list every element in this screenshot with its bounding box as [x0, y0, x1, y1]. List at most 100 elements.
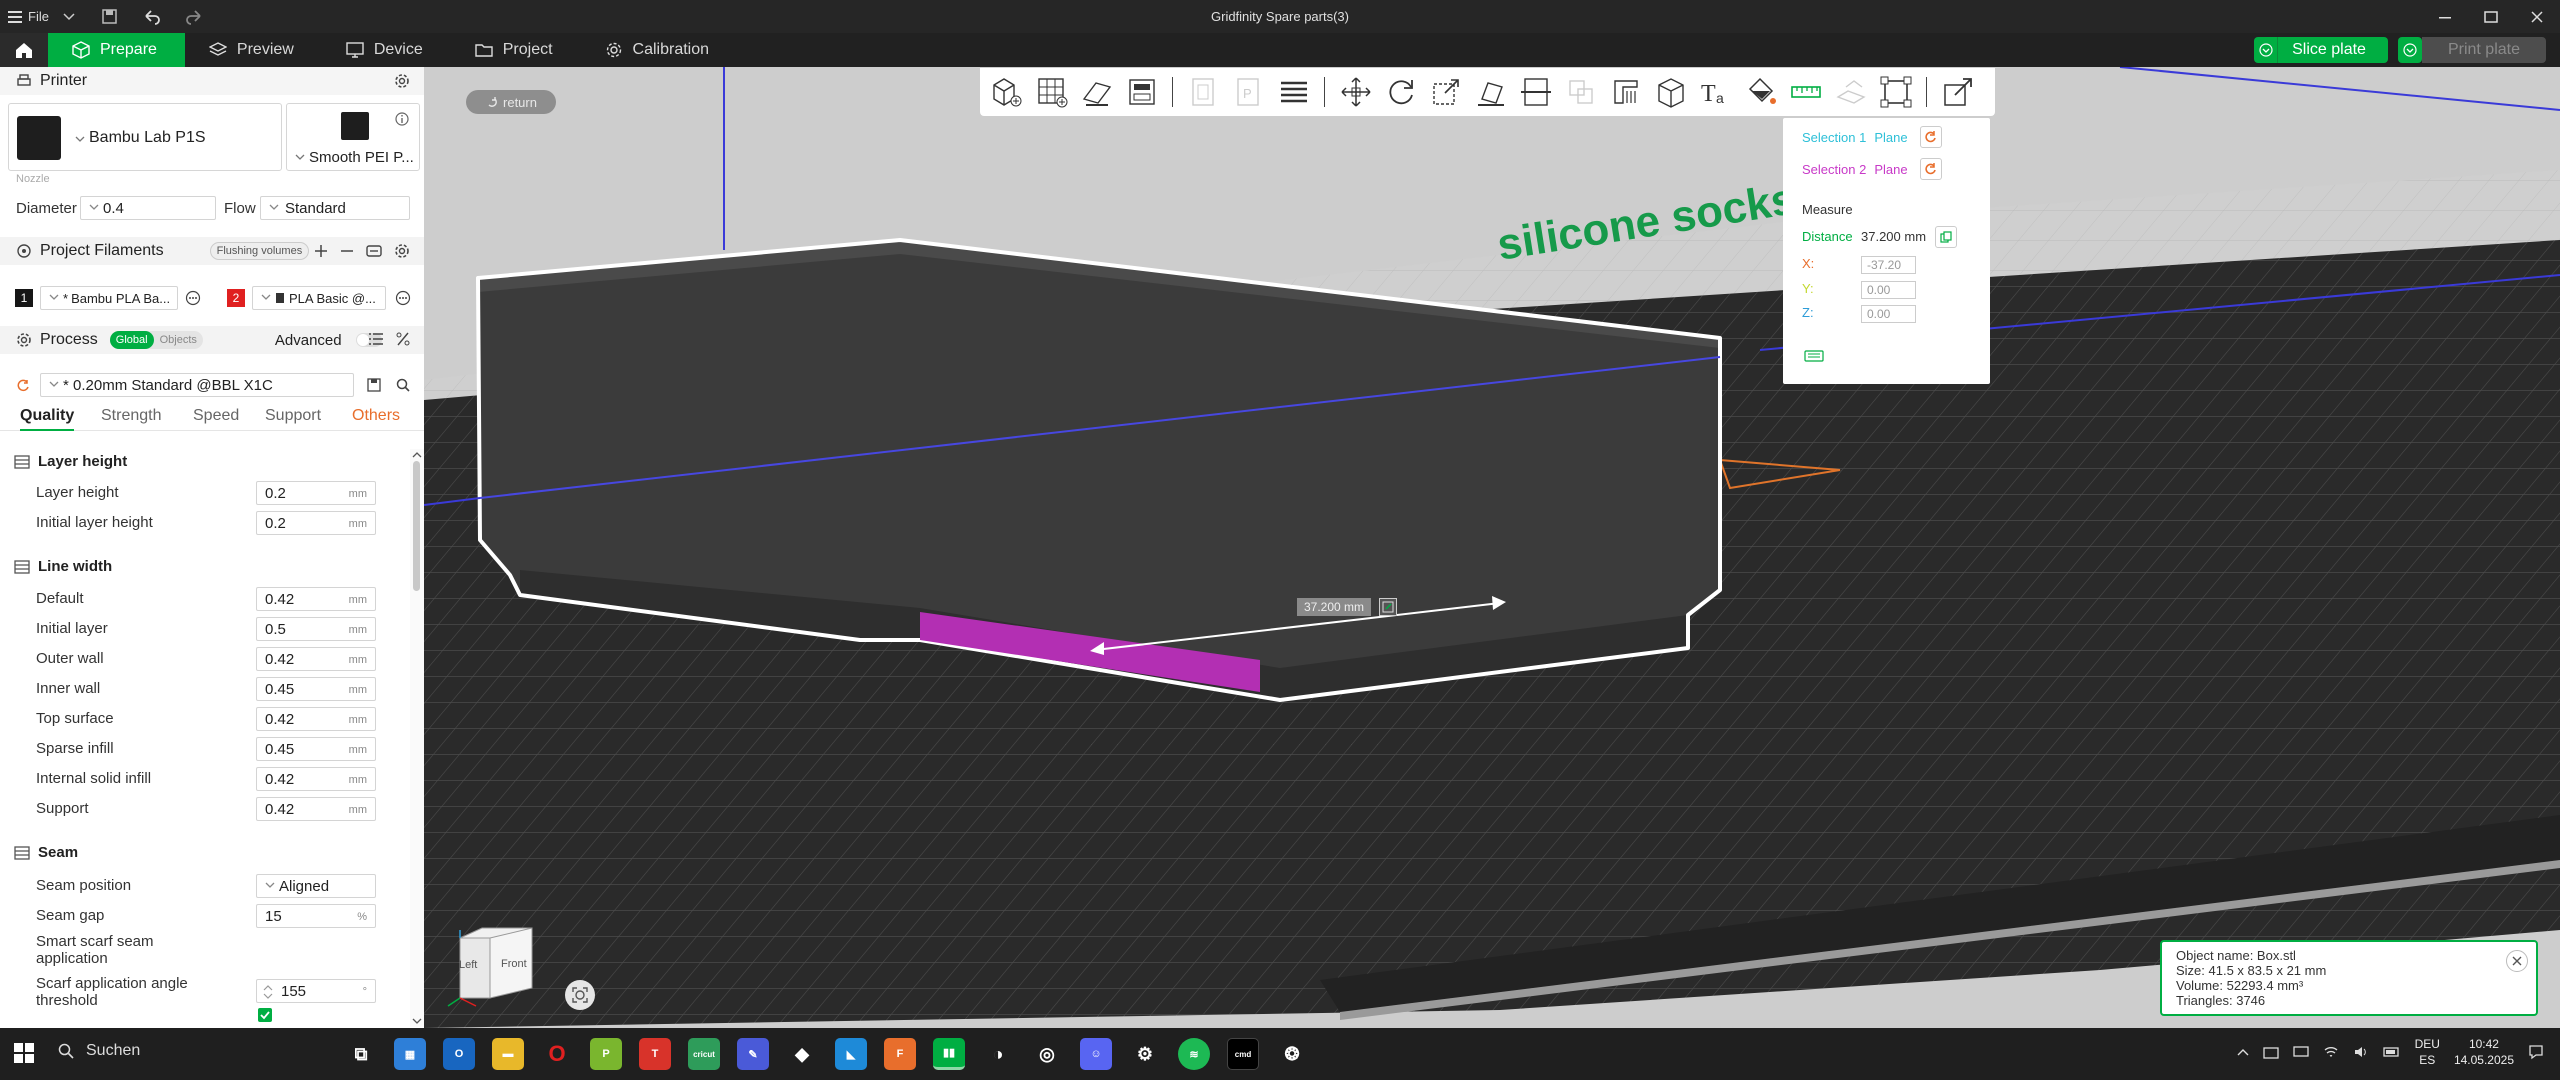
tab-project[interactable]: Project [451, 33, 581, 67]
line-width-input[interactable]: 0.42 mm [256, 767, 376, 791]
discord-app-icon[interactable]: ☺ [1080, 1038, 1112, 1070]
cube-face-left[interactable]: Left [459, 959, 477, 971]
p-app-icon[interactable]: P [590, 1038, 622, 1070]
search-icon[interactable] [396, 378, 410, 392]
chrome-app-icon[interactable]: ◎ [1031, 1038, 1063, 1070]
remove-icon[interactable] [340, 244, 354, 258]
print-options-dropdown[interactable] [2397, 37, 2422, 63]
info-icon[interactable] [395, 112, 409, 126]
onedrive-icon[interactable] [2262, 1045, 2279, 1059]
keyboard-icon[interactable] [1804, 350, 1824, 362]
fusion-app-icon[interactable]: F [884, 1038, 916, 1070]
process-preset-select[interactable]: * 0.20mm Standard @BBL X1C [40, 373, 354, 397]
global-toggle[interactable]: Global [109, 331, 154, 349]
opera-app-icon[interactable]: O [541, 1038, 573, 1070]
plate-selector[interactable]: Smooth PEI P... [286, 103, 420, 171]
t-app-icon[interactable]: T [639, 1038, 671, 1070]
tab-preview[interactable]: Preview [185, 33, 322, 67]
filament-slot-1-select[interactable]: * Bambu PLA Ba... [40, 286, 178, 310]
bambu-studio-app-icon[interactable]: ▮▮ [933, 1038, 965, 1070]
smart-scarf-checkbox[interactable] [258, 1008, 272, 1022]
reset-selection-2-button[interactable] [1920, 158, 1942, 180]
support-paint-tool[interactable] [1603, 70, 1648, 115]
cricut-app-icon[interactable]: cricut [688, 1038, 720, 1070]
diameter-select[interactable]: 0.4 [80, 196, 216, 220]
gear-icon[interactable] [394, 73, 410, 89]
scroll-up-icon[interactable] [412, 451, 422, 459]
start-button[interactable] [14, 1043, 34, 1063]
affinity-app-icon[interactable]: ◑ [982, 1038, 1014, 1070]
store-app-icon[interactable]: ▦ [394, 1038, 426, 1070]
seam-gap-input[interactable]: 15% [256, 904, 376, 928]
slice-options-dropdown[interactable] [2254, 37, 2279, 63]
3d-viewport[interactable]: silicone socks 37.200 mm [424, 67, 2560, 1028]
return-button[interactable]: return [466, 90, 556, 114]
explorer-app-icon[interactable]: ▬ [492, 1038, 524, 1070]
stepper-icon[interactable] [263, 984, 273, 1000]
rotate-tool[interactable] [1378, 70, 1423, 115]
notifications-icon[interactable] [2528, 1044, 2544, 1060]
line-width-input[interactable]: 0.5 mm [256, 617, 376, 641]
filament-slot-1-options-icon[interactable] [185, 290, 201, 306]
minimize-button[interactable] [2422, 0, 2468, 33]
line-width-input[interactable]: 0.45 mm [256, 737, 376, 761]
variable-layer-button[interactable] [1271, 70, 1316, 115]
tab-prepare[interactable]: Prepare [48, 33, 185, 67]
scrollbar-thumb[interactable] [413, 461, 420, 591]
line-width-input[interactable]: 0.42 mm [256, 707, 376, 731]
tab-strength[interactable]: Strength [101, 401, 161, 425]
close-button[interactable] [2514, 0, 2560, 33]
steam-app-icon[interactable]: ⚙ [1129, 1038, 1161, 1070]
taskbar-search[interactable]: Suchen [52, 1042, 140, 1060]
scroll-down-icon[interactable] [412, 1017, 422, 1025]
view-cube[interactable]: Left Front [440, 920, 540, 1010]
flushing-volumes-button[interactable]: Flushing volumes [209, 242, 310, 260]
add-object-button[interactable] [984, 70, 1029, 115]
close-info-button[interactable] [2506, 950, 2528, 972]
line-width-input[interactable]: 0.42 mm [256, 587, 376, 611]
tab-quality[interactable]: Quality [20, 401, 75, 431]
text-tool[interactable]: Ta [1693, 70, 1738, 115]
line-width-input[interactable]: 0.42 mm [256, 647, 376, 671]
orient-button[interactable] [1074, 70, 1119, 115]
save-preset-icon[interactable] [367, 378, 381, 392]
display-icon[interactable] [2292, 1045, 2309, 1059]
chevron-up-icon[interactable] [2237, 1048, 2249, 1056]
vscode-app-icon[interactable]: ◣ [835, 1038, 867, 1070]
layer-height-input[interactable]: 0.2 mm [256, 481, 376, 505]
copy-distance-button[interactable] [1935, 226, 1957, 248]
tab-others[interactable]: Others [352, 401, 400, 425]
cube-face-front[interactable]: Front [501, 958, 527, 970]
clock[interactable]: 10:42 14.05.2025 [2454, 1036, 2514, 1068]
split-objects-button[interactable] [1181, 70, 1226, 115]
scale-tool[interactable] [1423, 70, 1468, 115]
spotify-app-icon[interactable]: ≋ [1178, 1038, 1210, 1070]
tab-support[interactable]: Support [265, 401, 321, 425]
edit-distance-button[interactable] [1379, 598, 1397, 616]
task-view-icon[interactable]: ⧉ [345, 1038, 377, 1070]
initial-layer-height-input[interactable]: 0.2 mm [256, 511, 376, 535]
assembly-tool[interactable] [1828, 70, 1873, 115]
home-button[interactable] [0, 33, 48, 67]
camera-view-button[interactable] [565, 980, 595, 1010]
filament-slot-2-options-icon[interactable] [395, 290, 411, 306]
tab-device[interactable]: Device [322, 33, 451, 67]
list-icon[interactable] [368, 332, 384, 346]
volume-icon[interactable] [2353, 1045, 2369, 1059]
process-scope-toggle[interactable]: Global Objects [109, 331, 203, 349]
color-paint-tool[interactable] [1738, 70, 1783, 115]
settings-scrollbar[interactable] [410, 449, 424, 1027]
flow-select[interactable]: Standard [260, 196, 410, 220]
percent-icon[interactable] [396, 332, 410, 346]
filament-slot-2-select[interactable]: PLA Basic @... [252, 286, 386, 310]
inkscape-app-icon[interactable]: ◆ [786, 1038, 818, 1070]
wifi-icon[interactable] [2323, 1045, 2339, 1059]
outlook-app-icon[interactable]: O [443, 1038, 475, 1070]
scarf-angle-input[interactable]: 155 ° [256, 979, 376, 1003]
arrange-button[interactable] [1119, 70, 1164, 115]
add-plate-button[interactable] [1029, 70, 1074, 115]
maximize-button[interactable] [2468, 0, 2514, 33]
cut-tool[interactable] [1513, 70, 1558, 115]
battery-icon[interactable] [2382, 1045, 2401, 1059]
add-icon[interactable] [314, 244, 328, 258]
